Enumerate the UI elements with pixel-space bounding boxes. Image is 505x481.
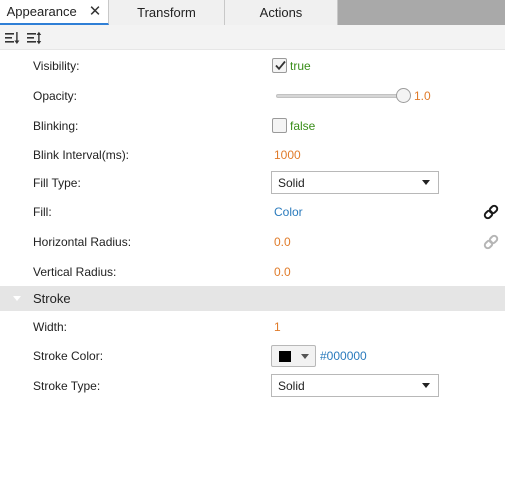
tab-appearance-label: Appearance [6,4,77,19]
blink-interval-label: Blink Interval(ms): [33,147,130,162]
tab-appearance[interactable]: Appearance ✕ [0,0,109,25]
tab-transform-label: Transform [137,5,196,20]
blinking-label: Blinking: [33,118,79,133]
stroke-color-label: Stroke Color: [33,348,104,363]
chevron-down-icon [422,180,430,185]
fill-type-select[interactable]: Solid [271,171,439,194]
vertical-radius-label: Vertical Radius: [33,264,117,279]
collapse-arrow-icon[interactable] [13,296,21,301]
fill-type-value: Solid [278,175,305,190]
stroke-type-select[interactable]: Solid [271,374,439,397]
blinking-checkbox[interactable] [272,118,287,133]
opacity-slider-track[interactable] [276,94,404,98]
fill-label: Fill: [33,204,52,219]
link-disabled-icon[interactable] [482,234,500,250]
stroke-type-value: Solid [278,378,305,393]
opacity-label: Opacity: [33,88,78,103]
horizontal-radius-label: Horizontal Radius: [33,234,132,249]
chevron-down-icon [422,383,430,388]
row-width: Width: 1 [0,312,505,341]
tab-actions[interactable]: Actions [225,0,338,25]
horizontal-radius-value[interactable]: 0.0 [274,227,291,256]
width-value[interactable]: 1 [274,312,281,341]
fill-value[interactable]: Color [274,197,303,226]
row-stroke-color: Stroke Color: #000000 [0,341,505,370]
stroke-type-label: Stroke Type: [33,378,101,393]
row-stroke-type: Stroke Type: Solid [0,371,505,400]
tab-transform[interactable]: Transform [109,0,225,25]
close-icon[interactable]: ✕ [89,4,102,19]
row-visibility: Visibility: true [0,51,505,80]
checkmark-icon [275,60,286,71]
stroke-color-picker[interactable] [271,345,316,367]
sort-custom-icon[interactable] [26,30,42,46]
section-stroke-title: Stroke [33,291,71,306]
vertical-radius-value[interactable]: 0.0 [274,257,291,286]
chevron-down-icon [301,354,309,359]
row-fill-type: Fill Type: Solid [0,168,505,197]
visibility-value: true [290,58,311,73]
width-label: Width: [33,319,68,334]
row-fill: Fill: Color [0,197,505,226]
color-swatch [279,351,291,362]
fill-type-label: Fill Type: [33,175,81,190]
row-horizontal-radius: Horizontal Radius: 0.0 [0,227,505,256]
section-stroke[interactable]: Stroke [0,286,505,311]
row-blink-interval: Blink Interval(ms): 1000 [0,140,505,169]
visibility-checkbox[interactable] [272,58,287,73]
row-blinking: Blinking: false [0,111,505,140]
tab-bar: Appearance ✕ Transform Actions [0,0,505,25]
link-icon[interactable] [482,204,500,220]
blinking-value: false [290,118,316,133]
property-toolbar [0,25,505,50]
stroke-color-value[interactable]: #000000 [320,341,367,370]
tab-actions-label: Actions [259,5,303,20]
row-vertical-radius: Vertical Radius: 0.0 [0,257,505,286]
visibility-label: Visibility: [33,58,80,73]
sort-descending-icon[interactable] [4,30,20,46]
row-opacity: Opacity: 1.0 [0,81,505,110]
blink-interval-value[interactable]: 1000 [274,140,301,169]
opacity-slider-thumb[interactable] [395,88,411,103]
opacity-value: 1.0 [414,88,431,103]
